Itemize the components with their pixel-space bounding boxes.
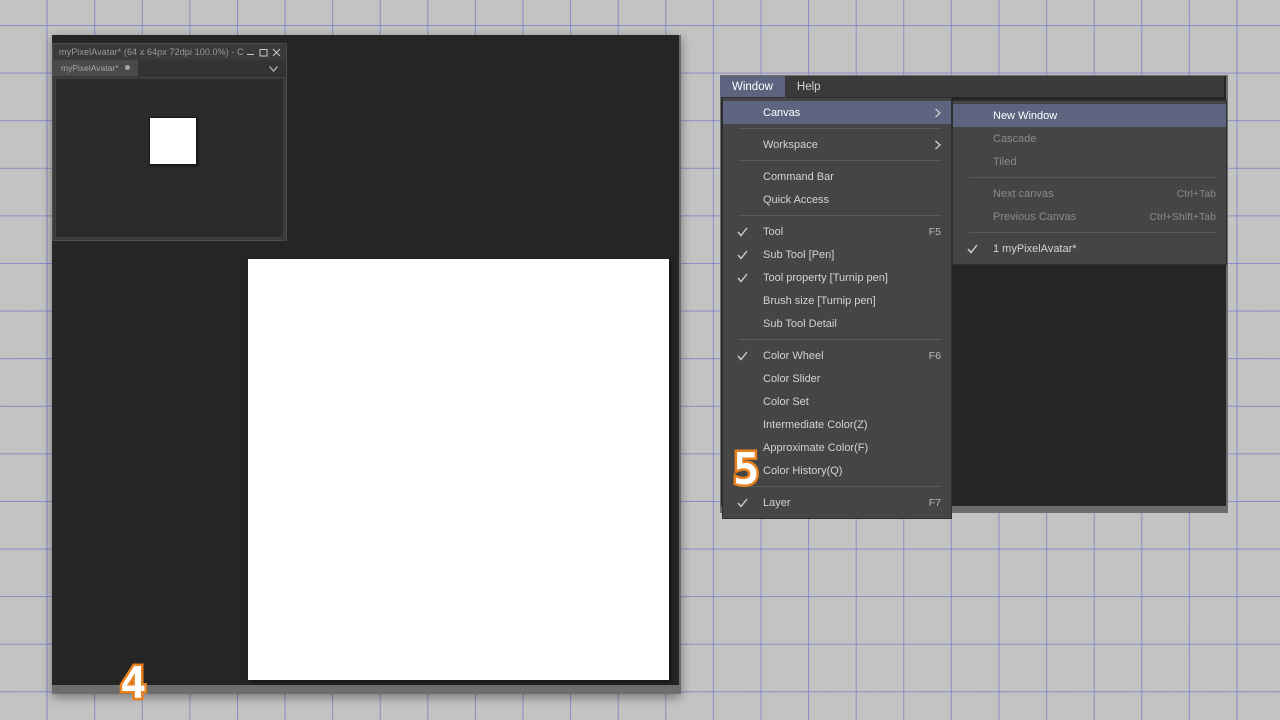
check-icon <box>737 272 748 283</box>
document-title: myPixelAvatar* (64 x 64px 72dpi 100.0%) … <box>59 47 244 57</box>
menubar-item-window[interactable]: Window <box>720 76 785 97</box>
step-marker-5: 5 <box>733 448 760 492</box>
submenu-item-tiled: Tiled <box>953 150 1226 173</box>
document-window: myPixelAvatar* (64 x 64px 72dpi 100.0%) … <box>52 43 287 241</box>
menu-item-label: Sub Tool [Pen] <box>763 249 834 261</box>
menu-separator <box>969 177 1216 178</box>
document-canvas-artboard[interactable] <box>149 117 197 165</box>
menu-separator <box>739 128 941 129</box>
menu-item-label: Color Wheel <box>763 350 824 362</box>
menubar-item-help[interactable]: Help <box>785 76 833 97</box>
menu-item-tool-property[interactable]: Tool property [Turnip pen] <box>723 266 951 289</box>
close-icon[interactable] <box>270 46 283 59</box>
menu-item-label: Color Slider <box>763 373 820 385</box>
document-titlebar[interactable]: myPixelAvatar* (64 x 64px 72dpi 100.0%) … <box>53 44 286 60</box>
menu-item-label: Color History(Q) <box>763 465 842 477</box>
menu-item-label: Next canvas <box>993 188 1054 200</box>
menu-item-shortcut: Ctrl+Tab <box>1155 188 1216 200</box>
step-marker-4: 4 <box>120 662 147 706</box>
menubar: Window Help <box>720 76 1224 97</box>
document-canvas-viewport[interactable] <box>55 78 284 238</box>
menu-separator <box>739 339 941 340</box>
document-tab[interactable]: myPixelAvatar* <box>53 60 138 76</box>
menu-item-label: Color Set <box>763 396 809 408</box>
menu-item-label: Quick Access <box>763 194 829 206</box>
menu-item-label: Tool <box>763 226 783 238</box>
menu-item-shortcut: F5 <box>907 226 941 238</box>
menu-item-label: Canvas <box>763 107 800 119</box>
menu-item-label: Layer <box>763 497 791 509</box>
menu-item-intermediate-color-z[interactable]: Intermediate Color(Z) <box>723 413 951 436</box>
menu-item-command-bar[interactable]: Command Bar <box>723 165 951 188</box>
menu-item-quick-access[interactable]: Quick Access <box>723 188 951 211</box>
check-icon <box>737 350 748 361</box>
menu-item-brush-size[interactable]: Brush size [Turnip pen] <box>723 289 951 312</box>
document-tab-label: myPixelAvatar* <box>61 63 118 73</box>
menu-item-label: Tiled <box>993 156 1016 168</box>
menu-item-shortcut: F6 <box>907 350 941 362</box>
main-app-window-body: myPixelAvatar* (64 x 64px 72dpi 100.0%) … <box>52 35 679 685</box>
menu-item-shortcut: Ctrl+Shift+Tab <box>1127 211 1216 223</box>
check-icon <box>737 226 748 237</box>
menu-item-label: New Window <box>993 110 1057 122</box>
menu-separator <box>739 160 941 161</box>
menu-item-label: Command Bar <box>763 171 834 183</box>
canvas-submenu: New Window Cascade Tiled Next canvas Ctrl+Ta… <box>952 100 1227 265</box>
minimize-icon[interactable] <box>244 46 257 59</box>
menu-item-color-slider[interactable]: Color Slider <box>723 367 951 390</box>
check-icon <box>737 497 748 508</box>
submenu-item-1-mypixelavatar[interactable]: 1 myPixelAvatar* <box>953 237 1226 260</box>
menu-item-label: Intermediate Color(Z) <box>763 419 868 431</box>
menu-item-sub-tool-detail[interactable]: Sub Tool Detail <box>723 312 951 335</box>
menu-separator <box>969 232 1216 233</box>
submenu-item-new-window[interactable]: New Window <box>953 104 1226 127</box>
menu-separator <box>739 486 941 487</box>
menu-item-label: Approximate Color(F) <box>763 442 868 454</box>
document-tabbar: myPixelAvatar* <box>53 60 286 76</box>
menu-item-label: Sub Tool Detail <box>763 318 837 330</box>
main-app-window: myPixelAvatar* (64 x 64px 72dpi 100.0%) … <box>52 35 681 694</box>
menu-item-workspace[interactable]: Workspace <box>723 133 951 156</box>
main-canvas-artboard[interactable] <box>248 259 669 680</box>
menu-item-label: Brush size [Turnip pen] <box>763 295 876 307</box>
submenu-item-next-canvas: Next canvas Ctrl+Tab <box>953 182 1226 205</box>
check-icon <box>737 249 748 260</box>
menu-item-color-wheel[interactable]: Color Wheel F6 <box>723 344 951 367</box>
menu-separator <box>739 215 941 216</box>
modified-dot-icon <box>125 65 130 70</box>
menu-item-label: 1 myPixelAvatar* <box>993 243 1077 255</box>
check-icon <box>967 243 978 254</box>
menu-item-label: Previous Canvas <box>993 211 1076 223</box>
submenu-item-cascade: Cascade <box>953 127 1226 150</box>
chevron-right-icon <box>933 107 942 118</box>
menu-item-tool[interactable]: Tool F5 <box>723 220 951 243</box>
maximize-icon[interactable] <box>257 46 270 59</box>
menu-item-label: Workspace <box>763 139 818 151</box>
menu-item-shortcut: F7 <box>907 497 941 509</box>
chevron-right-icon <box>933 139 942 150</box>
menu-item-canvas[interactable]: Canvas <box>723 101 951 124</box>
menu-item-sub-tool[interactable]: Sub Tool [Pen] <box>723 243 951 266</box>
menu-item-label: Tool property [Turnip pen] <box>763 272 888 284</box>
submenu-item-previous-canvas: Previous Canvas Ctrl+Shift+Tab <box>953 205 1226 228</box>
menu-item-color-set[interactable]: Color Set <box>723 390 951 413</box>
menu-item-label: Cascade <box>993 133 1036 145</box>
